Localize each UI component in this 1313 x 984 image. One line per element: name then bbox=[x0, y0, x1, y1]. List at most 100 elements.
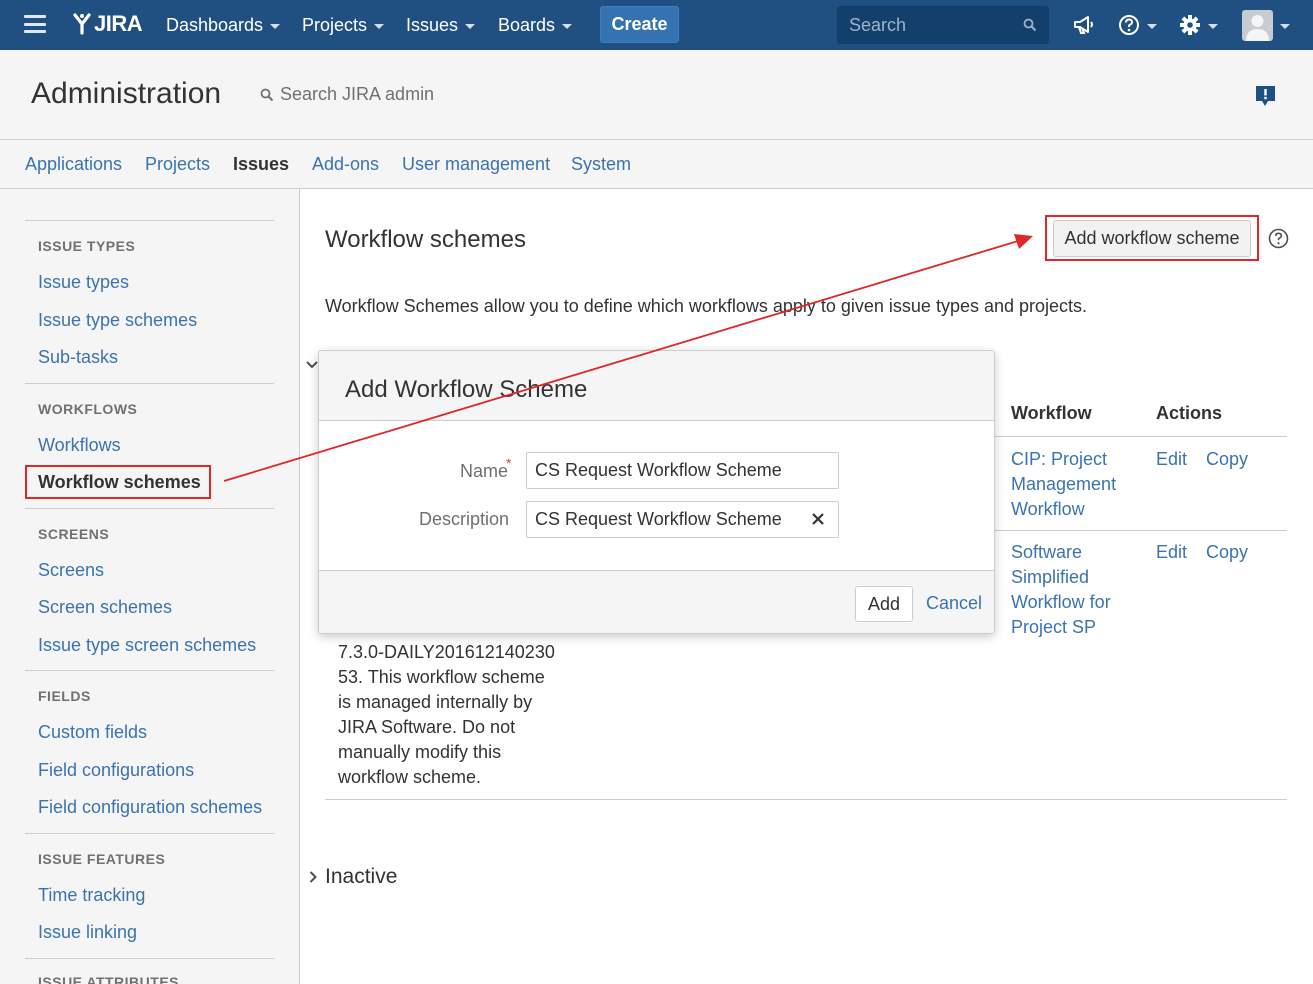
name-label: Name bbox=[460, 461, 509, 481]
add-button[interactable]: Add bbox=[855, 586, 913, 622]
logo-text: JIRA bbox=[94, 11, 143, 36]
dialog-title: Add Workflow Scheme bbox=[345, 376, 588, 403]
admin-settings-menu[interactable] bbox=[1179, 0, 1218, 50]
description-line: is managed internally by bbox=[338, 692, 533, 712]
jira-logo[interactable]: JIRA bbox=[72, 11, 143, 37]
chevron-down-icon bbox=[1208, 23, 1218, 29]
inactive-label: Inactive bbox=[325, 865, 398, 888]
sidebar-item-sub-tasks[interactable]: Sub-tasks bbox=[38, 347, 118, 368]
avatar bbox=[1242, 9, 1273, 41]
chevron-down-icon bbox=[1147, 23, 1157, 29]
admin-header: Administration Search JIRA admin bbox=[0, 50, 1313, 140]
tab-add-ons[interactable]: Add-ons bbox=[312, 154, 379, 175]
tab-system[interactable]: System bbox=[571, 154, 631, 175]
tab-applications[interactable]: Applications bbox=[25, 154, 122, 175]
top-navigation-bar: JIRA Dashboards Projects Issues Boards C… bbox=[0, 0, 1313, 50]
notifications-button[interactable] bbox=[1073, 0, 1095, 50]
nav-boards[interactable]: Boards bbox=[498, 0, 573, 50]
admin-search[interactable]: Search JIRA admin bbox=[260, 84, 434, 105]
admin-tabs: Applications Projects Issues Add-ons Use… bbox=[0, 140, 1313, 189]
gear-icon bbox=[1180, 15, 1200, 35]
sidebar-item-issue-type-screen-schemes[interactable]: Issue type screen schemes bbox=[38, 635, 256, 656]
help-icon bbox=[1268, 228, 1289, 249]
page-help-button[interactable] bbox=[1268, 228, 1289, 254]
chevron-down-icon bbox=[1280, 23, 1290, 29]
tab-user-management[interactable]: User management bbox=[402, 154, 550, 175]
tab-projects[interactable]: Projects bbox=[145, 154, 210, 175]
workflow-line: Simplified bbox=[1011, 567, 1090, 587]
sidebar-item-issue-types[interactable]: Issue types bbox=[38, 272, 129, 293]
sidebar-heading-workflows: WORKFLOWS bbox=[38, 401, 138, 417]
edit-link[interactable]: Edit bbox=[1156, 540, 1187, 565]
add-workflow-scheme-button[interactable]: Add workflow scheme bbox=[1053, 220, 1251, 257]
sidebar-item-field-configurations[interactable]: Field configurations bbox=[38, 760, 194, 781]
sidebar-item-custom-fields[interactable]: Custom fields bbox=[38, 722, 147, 743]
tab-issues[interactable]: Issues bbox=[233, 154, 289, 175]
sidebar-item-issue-linking[interactable]: Issue linking bbox=[38, 922, 137, 943]
sidebar-item-issue-type-schemes[interactable]: Issue type schemes bbox=[38, 310, 197, 331]
search-input[interactable] bbox=[849, 14, 1019, 36]
chevron-down-icon bbox=[374, 23, 385, 29]
table-row-workflow-link[interactable]: CIP: Project Management Workflow bbox=[1011, 447, 1116, 522]
section-title: Workflow schemes bbox=[325, 226, 526, 253]
table-bottom-divider bbox=[325, 799, 1287, 800]
inactive-section-toggle[interactable]: Inactive bbox=[309, 865, 397, 889]
description-line: JIRA Software. Do not bbox=[338, 717, 516, 737]
help-icon bbox=[1119, 15, 1139, 35]
description-label: Description bbox=[419, 509, 510, 529]
feedback-icon bbox=[1256, 86, 1275, 106]
copy-link[interactable]: Copy bbox=[1206, 540, 1248, 565]
admin-search-label: Search JIRA admin bbox=[280, 84, 435, 104]
nav-issues-label: Issues bbox=[406, 14, 459, 35]
table-row-workflow-link[interactable]: Software Simplified Workflow for Project… bbox=[1011, 540, 1111, 640]
description-field[interactable] bbox=[526, 501, 839, 538]
cancel-link[interactable]: Cancel bbox=[926, 593, 982, 614]
dialog-header: Add Workflow Scheme bbox=[319, 351, 994, 421]
sidebar-divider bbox=[25, 833, 274, 834]
profile-menu[interactable] bbox=[1242, 0, 1290, 50]
description-line: workflow scheme. bbox=[338, 767, 482, 787]
clear-icon[interactable] bbox=[811, 512, 825, 526]
chevron-down-icon bbox=[465, 23, 476, 29]
chevron-down-icon bbox=[562, 23, 573, 29]
sidebar-item-workflows[interactable]: Workflows bbox=[38, 435, 121, 456]
sidebar-item-time-tracking[interactable]: Time tracking bbox=[38, 885, 145, 906]
workflow-line: Workflow bbox=[1011, 499, 1085, 519]
sidebar-item-screen-schemes[interactable]: Screen schemes bbox=[38, 597, 172, 618]
sidebar-item-workflow-schemes[interactable]: Workflow schemes bbox=[25, 465, 211, 499]
description-line: 7.3.0-DAILY201612140230 bbox=[338, 642, 555, 662]
nav-boards-label: Boards bbox=[498, 14, 556, 35]
search-icon bbox=[1023, 18, 1037, 32]
sidebar-divider bbox=[25, 958, 274, 959]
workflow-line: Project SP bbox=[1011, 617, 1097, 637]
nav-issues[interactable]: Issues bbox=[406, 0, 476, 50]
help-menu[interactable] bbox=[1118, 0, 1157, 50]
nav-dashboards[interactable]: Dashboards bbox=[166, 0, 281, 50]
nav-dashboards-label: Dashboards bbox=[166, 14, 264, 35]
sidebar-item-field-configuration-schemes[interactable]: Field configuration schemes bbox=[38, 797, 262, 818]
sidebar-divider bbox=[25, 383, 274, 384]
global-search[interactable] bbox=[837, 6, 1049, 44]
sidebar-divider bbox=[25, 670, 274, 671]
workflow-line: Management bbox=[1011, 474, 1117, 494]
page-description: Workflow Schemes allow you to define whi… bbox=[325, 296, 1088, 316]
search-icon bbox=[260, 88, 274, 101]
name-field[interactable] bbox=[526, 452, 839, 489]
copy-link[interactable]: Copy bbox=[1206, 447, 1248, 472]
menu-icon[interactable] bbox=[24, 15, 46, 33]
table-divider bbox=[994, 436, 1287, 437]
edit-link[interactable]: Edit bbox=[1156, 447, 1187, 472]
nav-projects[interactable]: Projects bbox=[302, 0, 385, 50]
description-line: manually modify this bbox=[338, 742, 502, 762]
sidebar-item-screens[interactable]: Screens bbox=[38, 560, 104, 581]
sidebar-heading-screens: SCREENS bbox=[38, 526, 110, 542]
sidebar-divider bbox=[25, 508, 274, 509]
sidebar-divider bbox=[25, 220, 274, 221]
chevron-down-icon[interactable] bbox=[306, 358, 318, 372]
sidebar-heading-issue-features: ISSUE FEATURES bbox=[38, 851, 166, 867]
jira-logo-icon bbox=[73, 13, 91, 35]
feedback-button[interactable] bbox=[1255, 85, 1276, 112]
create-button[interactable]: Create bbox=[600, 6, 679, 43]
workflow-line: Workflow for bbox=[1011, 592, 1111, 612]
workflow-line: Software bbox=[1011, 542, 1083, 562]
